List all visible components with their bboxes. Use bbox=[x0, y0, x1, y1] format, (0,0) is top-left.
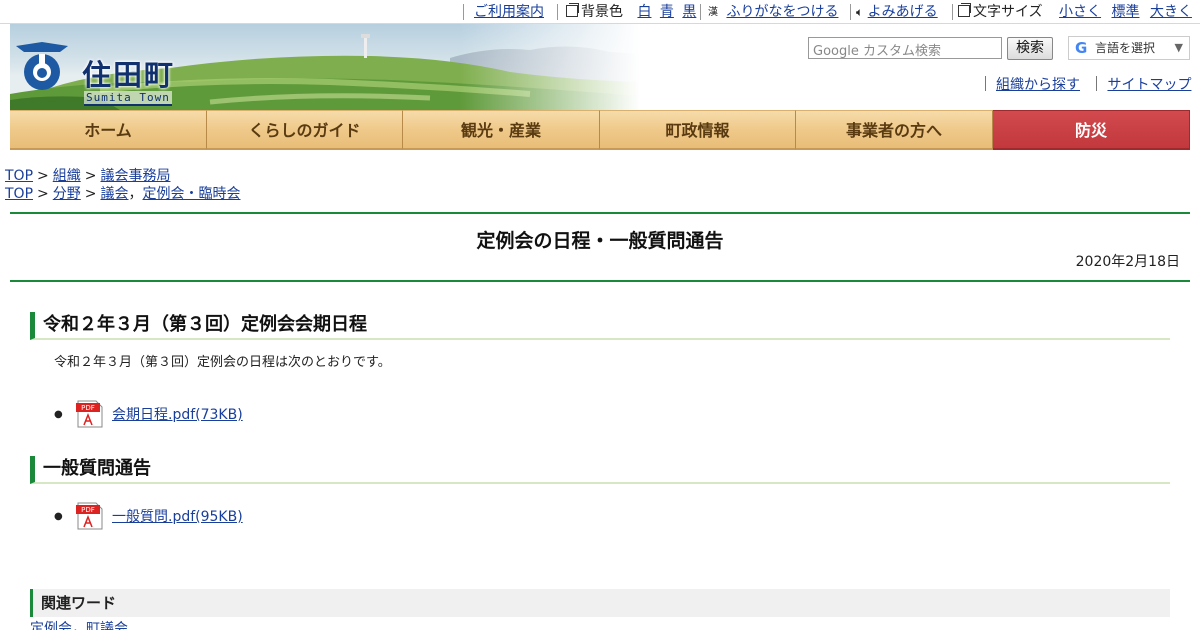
section-heading-general-questions: 一般質問通告 bbox=[30, 456, 1170, 484]
breadcrumb-arrow: > bbox=[37, 168, 49, 184]
breadcrumb-arrow: > bbox=[84, 186, 97, 202]
sitemap-link[interactable]: サイトマップ bbox=[1107, 77, 1191, 93]
breadcrumb-arrow: > bbox=[37, 186, 49, 202]
org-search-link[interactable]: 組織から探す bbox=[996, 77, 1080, 93]
nav-disaster[interactable]: 防災 bbox=[993, 110, 1190, 150]
bullet: ● bbox=[54, 510, 63, 522]
svg-text:PDF: PDF bbox=[81, 404, 95, 412]
publish-date: 2020年2月18日 bbox=[1075, 254, 1180, 270]
speaker-icon: 🔈︎ bbox=[856, 5, 864, 19]
nav-living-guide[interactable]: くらしのガイド bbox=[207, 110, 403, 150]
list-item: ● PDF 会期日程.pdf(73KB) bbox=[54, 399, 243, 429]
section-heading-schedule: 令和２年３月（第３回）定例会会期日程 bbox=[30, 312, 1170, 340]
furigana-link[interactable]: ふりがなをつける bbox=[726, 4, 838, 20]
breadcrumb: TOP > 組織 > 議会事務局 TOP > 分野 > 議会，定例会・臨時会 bbox=[5, 167, 240, 203]
global-nav: ホーム くらしのガイド 観光・産業 町政情報 事業者の方へ 防災 bbox=[10, 110, 1190, 150]
related-words-heading: 関連ワード bbox=[30, 589, 1170, 617]
related-separator: ， bbox=[72, 621, 86, 630]
utility-separator bbox=[557, 4, 558, 20]
utility-separator bbox=[463, 4, 464, 20]
section-text-schedule: 令和２年３月（第３回）定例会の日程は次のとおりです。 bbox=[54, 355, 391, 370]
breadcrumb-arrow: > bbox=[84, 168, 97, 184]
breadcrumb-council-office[interactable]: 議会事務局 bbox=[100, 168, 170, 184]
bg-blue-link[interactable]: 青 bbox=[660, 4, 674, 20]
utility-separator bbox=[700, 4, 701, 20]
schedule-pdf-link[interactable]: 会期日程.pdf(73KB) bbox=[112, 404, 243, 424]
related-words-list: 定例会，町議会 bbox=[30, 621, 128, 630]
breadcrumb-row-field: TOP > 分野 > 議会，定例会・臨時会 bbox=[5, 185, 240, 203]
font-size-icon bbox=[958, 3, 971, 17]
google-icon: G bbox=[1075, 39, 1088, 57]
read-aloud-group: 🔈︎ よみあげる bbox=[856, 3, 938, 21]
breadcrumb-top[interactable]: TOP bbox=[5, 168, 33, 184]
utility-separator bbox=[850, 4, 851, 20]
bullet: ● bbox=[54, 408, 63, 420]
list-item: ● PDF 一般質問.pdf(95KB) bbox=[54, 501, 243, 531]
related-link-regular-session[interactable]: 定例会 bbox=[30, 621, 72, 630]
bg-color-label: 背景色 bbox=[581, 4, 623, 20]
pdf-icon: PDF bbox=[76, 400, 103, 428]
read-aloud-link[interactable]: よみあげる bbox=[868, 4, 938, 20]
general-questions-pdf-link[interactable]: 一般質問.pdf(95KB) bbox=[112, 506, 243, 526]
language-selector[interactable]: G 言語を選択 ▼ bbox=[1068, 36, 1190, 60]
related-link-town-council[interactable]: 町議会 bbox=[86, 621, 128, 630]
utility-separator bbox=[952, 4, 953, 20]
title-rule-bottom bbox=[10, 280, 1190, 282]
breadcrumb-sessions[interactable]: 定例会・臨時会 bbox=[142, 186, 240, 202]
breadcrumb-top[interactable]: TOP bbox=[5, 186, 33, 202]
font-small-link[interactable]: 小さく bbox=[1059, 4, 1101, 20]
guide-group: ご利用案内 bbox=[474, 3, 544, 21]
breadcrumb-council[interactable]: 議会 bbox=[100, 186, 128, 202]
guide-link[interactable]: ご利用案内 bbox=[474, 4, 544, 20]
header-links: 組織から探す サイトマップ bbox=[973, 74, 1191, 94]
font-large-link[interactable]: 大きく bbox=[1150, 4, 1192, 20]
site-header: 住田町 Sumita Town Google カスタム検索 検索 G 言語を選択… bbox=[10, 24, 1191, 110]
utility-bar: ご利用案内 背景色 白 青 黒 漢 ふりがなをつける 🔈︎ よみあげる 文字サイ… bbox=[0, 0, 1200, 24]
breadcrumb-row-org: TOP > 組織 > 議会事務局 bbox=[5, 167, 240, 185]
pdf-icon: PDF bbox=[76, 502, 103, 530]
search-input[interactable]: Google カスタム検索 bbox=[808, 37, 1002, 59]
breadcrumb-field[interactable]: 分野 bbox=[53, 186, 81, 202]
nav-home[interactable]: ホーム bbox=[10, 110, 207, 150]
font-size-group: 文字サイズ 小さく 標準 大きく bbox=[958, 3, 1192, 21]
header-link-separator bbox=[1096, 76, 1098, 91]
town-emblem-icon bbox=[16, 42, 68, 90]
header-banner: 住田町 Sumita Town bbox=[10, 24, 640, 110]
page-title: 定例会の日程・一般質問通告 bbox=[476, 230, 724, 252]
font-normal-link[interactable]: 標準 bbox=[1112, 4, 1140, 20]
nav-town-government[interactable]: 町政情報 bbox=[600, 110, 796, 150]
banner-fade bbox=[460, 24, 640, 110]
background-color-icon bbox=[566, 3, 579, 17]
furigana-icon: 漢 bbox=[708, 7, 718, 18]
bg-color-group: 背景色 白 青 黒 bbox=[566, 3, 696, 21]
bg-white-link[interactable]: 白 bbox=[637, 4, 651, 20]
town-name-en: Sumita Town bbox=[84, 91, 172, 106]
chevron-down-icon: ▼ bbox=[1174, 41, 1183, 54]
town-name: 住田町 bbox=[82, 58, 176, 92]
bg-black-link[interactable]: 黒 bbox=[682, 4, 696, 20]
nav-business[interactable]: 事業者の方へ bbox=[796, 110, 993, 150]
breadcrumb-org[interactable]: 組織 bbox=[53, 168, 81, 184]
search-button[interactable]: 検索 bbox=[1007, 37, 1053, 60]
site-logo[interactable]: 住田町 Sumita Town bbox=[12, 40, 182, 106]
nav-tourism-industry[interactable]: 観光・産業 bbox=[403, 110, 600, 150]
breadcrumb-comma: ， bbox=[128, 186, 143, 202]
header-link-separator bbox=[985, 76, 986, 91]
svg-text:PDF: PDF bbox=[81, 506, 95, 514]
language-label: 言語を選択 bbox=[1095, 41, 1156, 55]
title-rule-top bbox=[10, 212, 1190, 214]
furigana-group: 漢 ふりがなをつける bbox=[708, 3, 838, 21]
font-size-label: 文字サイズ bbox=[973, 4, 1043, 20]
